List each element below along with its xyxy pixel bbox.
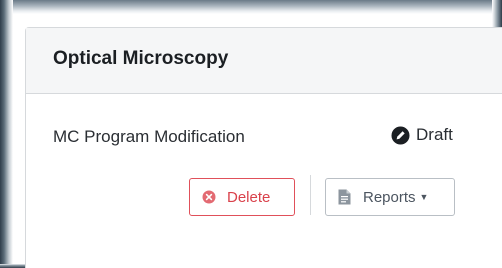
status-label: Draft: [416, 125, 453, 144]
program-name[interactable]: MC Program Modification: [53, 127, 245, 147]
button-divider: [310, 175, 311, 215]
caret-down-icon: ▼: [419, 192, 429, 202]
x-circle-icon: [202, 190, 216, 204]
reports-dropdown-button[interactable]: Reports ▼: [325, 178, 455, 216]
reports-label: Reports: [363, 188, 416, 206]
delete-button[interactable]: Delete: [189, 178, 295, 216]
window: Optical Microscopy MC Program Modificati…: [0, 0, 502, 268]
document-icon: [338, 189, 351, 205]
window-shadow-left: [0, 0, 13, 268]
card-title: Optical Microscopy: [53, 48, 229, 69]
card-header: Optical Microscopy: [26, 28, 502, 94]
window-shadow-top: [0, 0, 502, 14]
pencil-circle-icon: [391, 126, 410, 145]
delete-label: Delete: [227, 188, 271, 206]
program-card: Optical Microscopy MC Program Modificati…: [25, 27, 502, 268]
status-badge: Draft: [391, 125, 453, 145]
